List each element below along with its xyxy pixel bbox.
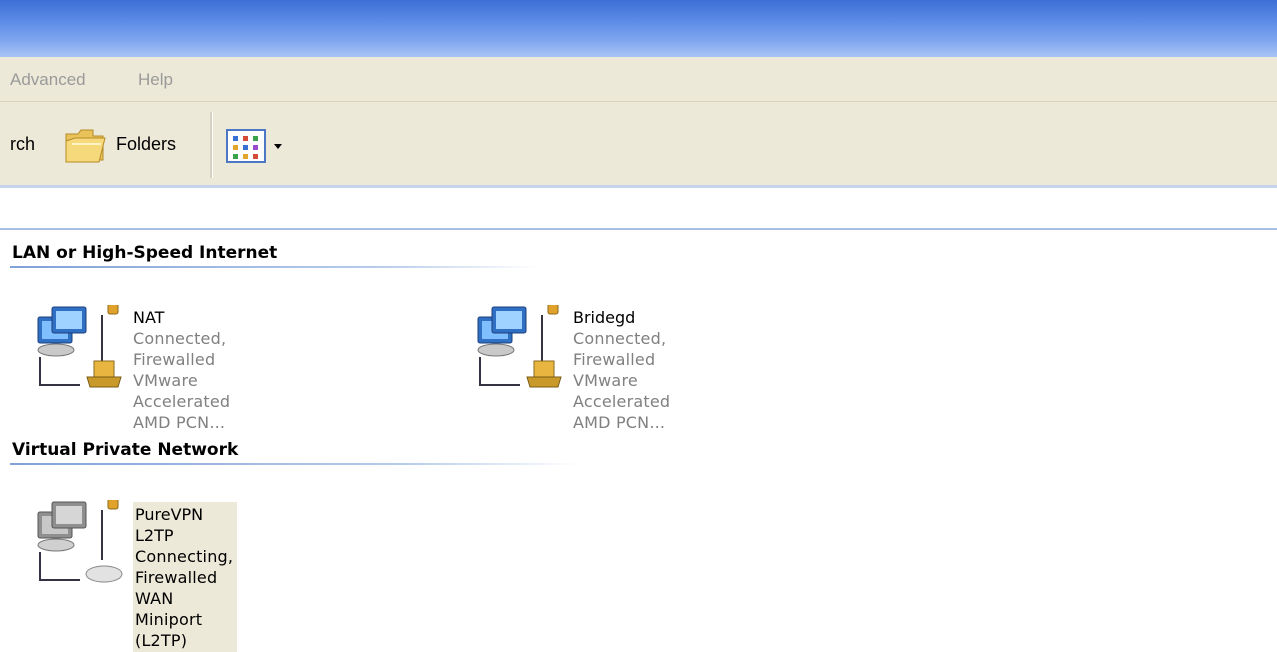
- group-header-vpn: Virtual Private Network: [12, 440, 239, 460]
- connection-status: Connected, Firewalled: [573, 329, 667, 369]
- connection-device: VMware Accelerated AMD PCN...: [133, 371, 231, 432]
- title-bar[interactable]: [0, 0, 1277, 57]
- menu-help[interactable]: Help: [138, 70, 173, 90]
- connection-name: PureVPN L2TP: [135, 505, 204, 545]
- connection-name: NAT: [133, 308, 165, 327]
- connection-device: VMware Accelerated AMD PCN...: [573, 371, 671, 432]
- menu-advanced[interactable]: Advanced: [10, 70, 86, 90]
- connection-text: Bridegd Connected, Firewalled VMware Acc…: [573, 307, 670, 433]
- connection-status: Connecting, Firewalled: [135, 547, 234, 587]
- views-icon[interactable]: [226, 128, 290, 164]
- folders-label: Folders: [116, 134, 177, 154]
- network-connection-icon: [37, 305, 122, 388]
- connection-name: Bridegd: [573, 308, 636, 327]
- vpn-connection-icon: [37, 500, 123, 583]
- folder-icon: [65, 129, 106, 163]
- toolbar: rch Folders: [0, 102, 1277, 188]
- search-button[interactable]: rch: [10, 134, 35, 155]
- network-connection-icon: [477, 305, 562, 388]
- connection-text: PureVPN L2TP Connecting, Firewalled WAN …: [133, 502, 238, 652]
- connection-device: WAN Miniport (L2TP): [135, 589, 203, 650]
- connection-status: Connected, Firewalled: [133, 329, 227, 369]
- connection-text: NAT Connected, Firewalled VMware Acceler…: [133, 307, 230, 433]
- toolbar-separator: [210, 112, 213, 178]
- address-bar[interactable]: [0, 188, 1277, 230]
- menu-bar: Advanced Help: [0, 57, 1277, 102]
- group-divider: [10, 463, 580, 465]
- group-header-lan: LAN or High-Speed Internet: [12, 243, 278, 263]
- group-divider: [10, 266, 540, 268]
